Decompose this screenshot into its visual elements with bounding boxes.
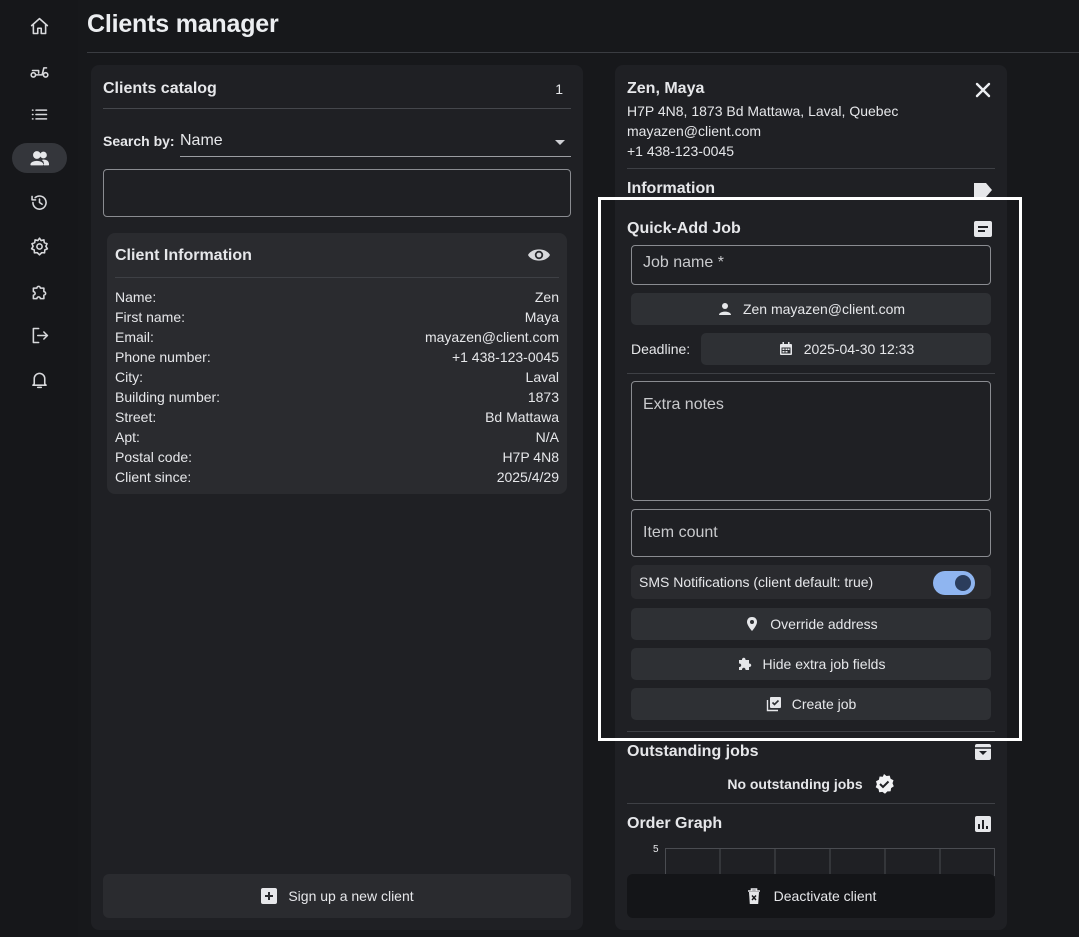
client-name: Zen, Maya [627, 80, 705, 97]
close-icon[interactable] [975, 82, 991, 98]
search-by-select[interactable]: Name [180, 129, 571, 157]
client-information-divider [115, 277, 559, 278]
verified-icon [875, 774, 894, 794]
nav-home[interactable] [12, 11, 67, 41]
scooter-icon [30, 66, 49, 78]
info-row-building: Building number: 1873 [115, 389, 559, 405]
order-graph-title: Order Graph [627, 815, 723, 832]
logout-icon [32, 327, 49, 343]
nav-delivery[interactable] [12, 55, 67, 85]
client-information-card: Client Information Name: Zen First name: M… [107, 233, 567, 494]
sign-up-label: Sign up a new client [288, 888, 414, 904]
nav-clients[interactable] [12, 143, 67, 173]
graph-y-max: 5 [653, 844, 659, 855]
sign-up-client-button[interactable]: Sign up a new client [103, 874, 571, 918]
catalog-count: 1 [555, 81, 563, 97]
info-row-phone: Phone number: +1 438-123-0045 [115, 349, 559, 365]
search-input[interactable] [103, 169, 571, 217]
search-by-value: Name [180, 132, 223, 149]
eye-icon[interactable] [527, 246, 551, 264]
archive-icon[interactable] [973, 743, 993, 761]
client-phone: +1 438-123-0045 [627, 143, 735, 159]
nav-settings[interactable] [12, 231, 67, 261]
history-icon [31, 194, 47, 210]
title-divider [87, 52, 1079, 53]
home-icon [30, 17, 49, 34]
information-section-title: Information [627, 180, 715, 197]
no-outstanding-jobs: No outstanding jobs [615, 773, 1007, 795]
info-row-apt: Apt: N/A [115, 429, 559, 445]
catalog-title: Clients catalog [103, 80, 217, 97]
search-by-label: Search by: [103, 133, 175, 149]
divider [627, 803, 995, 804]
outstanding-jobs-title: Outstanding jobs [627, 743, 759, 760]
highlight-box [598, 197, 1022, 741]
list-icon [31, 108, 48, 120]
sidebar [0, 0, 78, 937]
people-icon [30, 150, 50, 165]
info-row-postal: Postal code: H7P 4N8 [115, 449, 559, 465]
client-information-title: Client Information [115, 247, 252, 264]
info-row-name: Name: Zen [115, 289, 559, 305]
add-box-icon [261, 888, 278, 904]
page-title: Clients manager [87, 10, 279, 38]
info-row-city: City: Laval [115, 369, 559, 385]
chevron-down-icon [555, 140, 565, 145]
nav-list[interactable] [12, 99, 67, 129]
info-row-first-name: First name: Maya [115, 309, 559, 325]
puzzle-icon [32, 285, 47, 299]
catalog-divider [103, 108, 571, 109]
client-address: H7P 4N8, 1873 Bd Mattawa, Laval, Quebec [627, 103, 899, 119]
clients-catalog-panel: Clients catalog 1 Search by: Name Client… [91, 65, 583, 930]
nav-notifications[interactable] [12, 364, 67, 394]
no-outstanding-jobs-label: No outstanding jobs [727, 776, 863, 792]
info-row-street: Street: Bd Mattawa [115, 409, 559, 425]
gear-icon [30, 236, 49, 256]
nav-logout[interactable] [12, 320, 67, 350]
delete-icon [747, 888, 760, 904]
divider [627, 168, 995, 169]
order-graph [665, 848, 995, 876]
nav-extensions[interactable] [12, 277, 67, 307]
bar-chart-icon[interactable] [973, 815, 993, 833]
client-email: mayazen@client.com [627, 123, 762, 139]
info-row-email: Email: mayazen@client.com [115, 329, 559, 345]
deactivate-label: Deactivate client [773, 888, 877, 904]
info-row-since: Client since: 2025/4/29 [115, 469, 559, 485]
bell-icon [32, 372, 47, 388]
nav-history[interactable] [12, 187, 67, 217]
deactivate-client-button[interactable]: Deactivate client [627, 874, 995, 918]
